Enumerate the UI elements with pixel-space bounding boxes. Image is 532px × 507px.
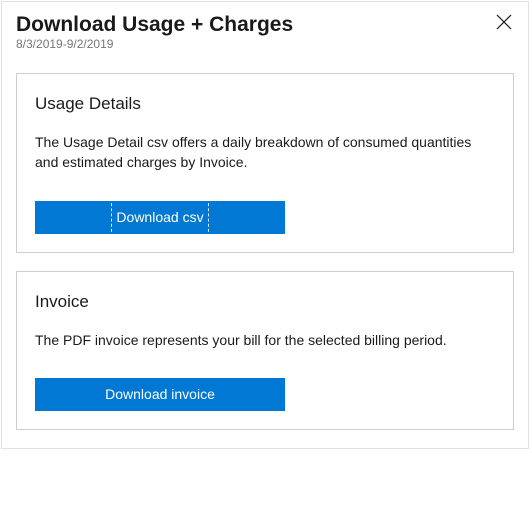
close-button[interactable] — [494, 12, 514, 32]
invoice-title: Invoice — [35, 292, 495, 312]
date-range: 8/3/2019-9/2/2019 — [16, 37, 293, 51]
invoice-description: The PDF invoice represents your bill for… — [35, 330, 495, 350]
download-usage-panel: Download Usage + Charges 8/3/2019-9/2/20… — [1, 1, 529, 449]
header-text: Download Usage + Charges 8/3/2019-9/2/20… — [16, 12, 293, 51]
panel-header: Download Usage + Charges 8/3/2019-9/2/20… — [2, 2, 528, 59]
usage-details-title: Usage Details — [35, 94, 495, 114]
usage-details-section: Usage Details The Usage Detail csv offer… — [16, 73, 514, 253]
close-icon — [496, 14, 512, 30]
download-csv-button[interactable]: Download csv — [35, 201, 285, 234]
invoice-section: Invoice The PDF invoice represents your … — [16, 271, 514, 430]
panel-title: Download Usage + Charges — [16, 12, 293, 37]
usage-details-description: The Usage Detail csv offers a daily brea… — [35, 132, 495, 173]
download-invoice-label: Download invoice — [105, 386, 215, 402]
download-csv-label: Download csv — [114, 201, 205, 234]
download-invoice-button[interactable]: Download invoice — [35, 378, 285, 411]
